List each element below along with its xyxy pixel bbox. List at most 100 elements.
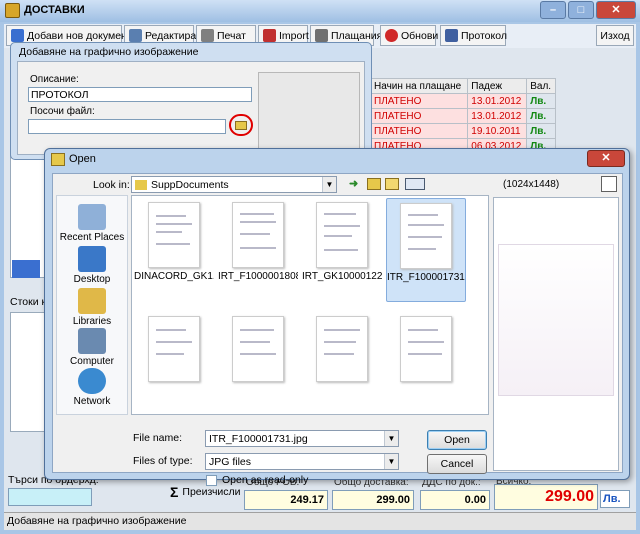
table-row[interactable]: ПЛАТЕНО 13.01.2012 Лв. — [369, 93, 556, 109]
computer-icon — [78, 328, 106, 354]
image-thumbnail — [400, 316, 452, 382]
open-dialog-body: Look in: SuppDocuments ▼ ➜ (1024x1448) R… — [52, 173, 623, 486]
protocol-button[interactable]: Протокол — [440, 25, 507, 46]
sigma-icon: Σ — [170, 484, 179, 500]
column-header-currency[interactable]: Вал. — [526, 78, 556, 94]
vat-value: 0.00 — [420, 490, 490, 510]
file-name-input[interactable]: ITR_F100001731.jpg ▼ — [205, 430, 399, 447]
image-preview — [493, 197, 619, 471]
network-icon — [78, 368, 106, 394]
image-thumbnail — [232, 316, 284, 382]
file-item[interactable] — [386, 316, 466, 382]
title-bar: ДОСТАВКИ – □ ✕ — [0, 0, 640, 22]
delivery-value: 299.00 — [332, 490, 414, 510]
recent-places-icon — [78, 204, 106, 230]
column-header-due[interactable]: Падеж — [467, 78, 528, 94]
refresh-icon — [385, 29, 398, 42]
new-folder-icon[interactable] — [385, 178, 399, 190]
read-only-checkbox[interactable]: Open as read-only — [206, 474, 308, 486]
image-thumbnail — [232, 202, 284, 268]
folder-icon — [51, 153, 65, 166]
file-name-label: File name: — [133, 432, 183, 444]
app-icon — [5, 3, 20, 18]
maximize-button[interactable]: □ — [568, 1, 594, 19]
image-thumbnail — [148, 202, 200, 268]
import-icon — [263, 29, 276, 42]
desktop-icon — [78, 246, 106, 272]
table-row[interactable]: ПЛАТЕНО 13.01.2012 Лв. — [369, 108, 556, 124]
file-item[interactable] — [218, 316, 298, 382]
folder-open-icon — [235, 120, 247, 130]
file-item-selected[interactable]: ITR_F100001731.jpg — [386, 198, 466, 302]
table-row[interactable]: ПЛАТЕНО 19.10.2011 Лв. — [369, 123, 556, 139]
files-of-type-label: Files of type: — [133, 455, 193, 467]
view-menu-icon[interactable] — [405, 178, 425, 190]
goods-label: Стоки к — [10, 296, 47, 308]
column-header-payment[interactable]: Начин на плащане — [369, 78, 469, 94]
image-preview-box — [258, 72, 360, 152]
file-list[interactable]: DINACORD_GK1... IRT_F1000001808.... IRT_… — [131, 195, 489, 415]
preview-page — [498, 244, 614, 396]
preview-toggle-icon[interactable] — [601, 176, 617, 192]
open-dialog-close-button[interactable]: ✕ — [587, 150, 625, 167]
document-icon — [445, 29, 458, 42]
search-input[interactable] — [8, 488, 92, 506]
goods-grid[interactable] — [10, 312, 46, 432]
currency-value: Лв. — [600, 490, 630, 508]
printer-icon — [201, 29, 214, 42]
status-bar: Добавяне на графично изображение — [4, 512, 636, 530]
image-thumbnail — [316, 202, 368, 268]
file-item[interactable] — [134, 316, 214, 382]
place-libraries[interactable]: Libraries — [57, 288, 127, 327]
image-dialog-title: Добавяне на графично изображение — [19, 46, 199, 58]
recalculate-button[interactable]: Σ Преизчисли — [170, 484, 241, 500]
file-item[interactable] — [302, 316, 382, 382]
place-computer[interactable]: Computer — [57, 328, 127, 367]
open-dialog: Open ✕ Look in: SuppDocuments ▼ ➜ (1024x… — [44, 148, 630, 486]
preview-size: (1024x1448) — [503, 179, 560, 190]
up-folder-icon[interactable] — [367, 178, 381, 190]
image-thumbnail — [316, 316, 368, 382]
open-button[interactable]: Open — [427, 430, 487, 450]
back-icon[interactable]: ➜ — [349, 177, 358, 190]
file-item[interactable]: DINACORD_GK1... — [134, 202, 214, 282]
add-icon — [11, 29, 24, 42]
places-bar: Recent Places Desktop Libraries Computer… — [56, 195, 128, 415]
image-thumbnail — [148, 316, 200, 382]
minimize-button[interactable]: – — [540, 1, 566, 19]
description-input[interactable] — [28, 87, 252, 102]
look-in-label: Look in: — [93, 179, 130, 191]
file-label: Посочи файл: — [30, 106, 95, 117]
total-value: 299.00 — [494, 484, 598, 510]
refresh-button[interactable]: Обнови — [380, 25, 438, 46]
chevron-down-icon: ▼ — [384, 431, 398, 446]
file-item[interactable]: IRT_F1000001808.... — [218, 202, 298, 282]
description-label: Описание: — [30, 74, 79, 85]
open-dialog-title: Open — [69, 153, 96, 165]
folder-icon — [135, 179, 147, 190]
file-path-input[interactable] — [28, 119, 226, 134]
files-of-type-select[interactable]: JPG files ▼ — [205, 453, 399, 470]
libraries-icon — [78, 288, 106, 314]
calculator-icon — [315, 29, 328, 42]
look-in-combo[interactable]: SuppDocuments ▼ — [131, 176, 337, 193]
browse-file-button[interactable] — [229, 114, 253, 136]
image-dialog-body: Описание: Посочи файл: — [17, 61, 365, 155]
exit-button[interactable]: Изход — [596, 25, 634, 46]
fob-value: 249.17 — [244, 490, 328, 510]
image-dialog: Добавяне на графично изображение Описани… — [10, 42, 372, 160]
file-item[interactable]: IRT_GK100001229... — [302, 202, 382, 282]
cancel-button[interactable]: Cancel — [427, 454, 487, 474]
checkbox-icon — [206, 474, 217, 486]
place-recent-places[interactable]: Recent Places — [57, 204, 127, 243]
window-title: ДОСТАВКИ — [24, 4, 85, 16]
place-network[interactable]: Network — [57, 368, 127, 407]
chevron-down-icon: ▼ — [384, 454, 398, 469]
place-desktop[interactable]: Desktop — [57, 246, 127, 285]
chevron-down-icon: ▼ — [322, 177, 336, 192]
image-thumbnail — [400, 203, 452, 269]
selected-row-marker — [12, 260, 40, 278]
edit-icon — [129, 29, 142, 42]
close-button[interactable]: ✕ — [596, 1, 636, 19]
deliveries-grid[interactable]: Начин на плащане Падеж Вал. ПЛАТЕНО 13.0… — [369, 78, 556, 154]
